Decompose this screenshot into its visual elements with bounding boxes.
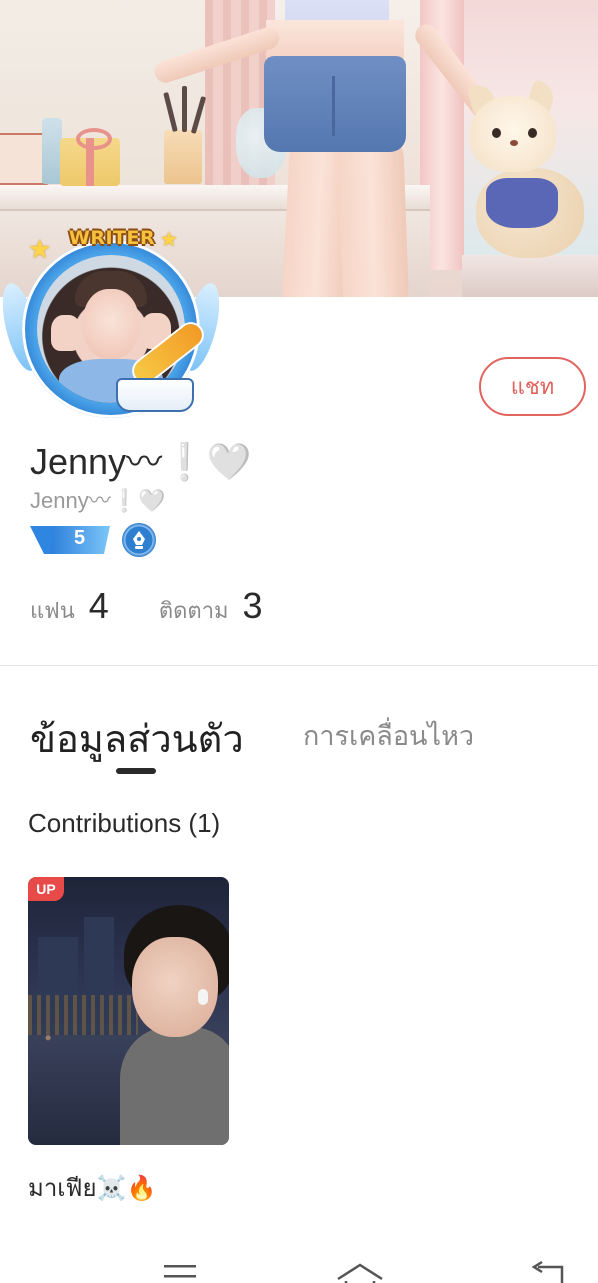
up-badge: UP bbox=[28, 877, 64, 901]
contribution-caption[interactable]: มาเฟีย☠️🔥 bbox=[28, 1168, 156, 1207]
menu-icon[interactable] bbox=[162, 1259, 198, 1283]
bottom-navigation-bar bbox=[0, 1245, 598, 1283]
display-name: Jenny〰❕🤍 bbox=[30, 441, 252, 482]
stats-row: แฟน 4 ติดตาม 3 bbox=[30, 585, 313, 628]
divider bbox=[0, 665, 598, 666]
book-icon bbox=[116, 378, 194, 412]
level-badge[interactable]: 5 bbox=[30, 524, 110, 556]
contributions-title: Contributions (1) bbox=[28, 808, 221, 838]
star-icon: ★ bbox=[160, 229, 178, 251]
earbud bbox=[198, 989, 208, 1005]
star-icon: ★ bbox=[28, 234, 52, 264]
following-label[interactable]: ติดตาม bbox=[159, 593, 229, 628]
level-badge-shape bbox=[30, 526, 110, 554]
writer-pen-icon[interactable] bbox=[122, 523, 156, 557]
level-value: 5 bbox=[74, 527, 86, 549]
fans-label[interactable]: แฟน bbox=[30, 593, 75, 628]
chat-button[interactable]: แชท bbox=[479, 357, 586, 416]
following-count[interactable]: 3 bbox=[243, 585, 263, 627]
badges-row: 5 bbox=[30, 523, 156, 557]
username: Jenny〰❕🤍 bbox=[30, 488, 166, 513]
fans-count[interactable]: 4 bbox=[89, 585, 109, 627]
avatar[interactable]: ★ ★ WRITER bbox=[0, 222, 227, 422]
back-icon[interactable] bbox=[530, 1259, 566, 1283]
home-icon[interactable] bbox=[336, 1259, 384, 1283]
writer-badge: WRITER bbox=[68, 227, 156, 249]
tab-indicator bbox=[116, 768, 156, 774]
contribution-card[interactable]: UP bbox=[28, 877, 229, 1145]
tab-activity[interactable]: การเคลื่อนไหว bbox=[303, 714, 474, 757]
tab-profile-info[interactable]: ข้อมูลส่วนตัว bbox=[30, 708, 244, 769]
